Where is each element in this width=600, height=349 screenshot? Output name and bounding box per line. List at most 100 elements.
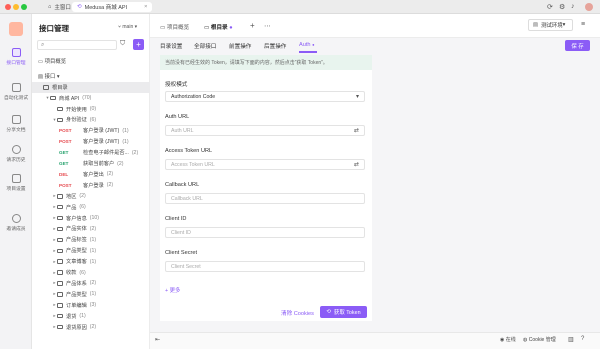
folder-item[interactable]: ▸ 产品实体 (2) [32,224,150,235]
folder-item[interactable]: ▸ 产品标签 (1) [32,235,150,246]
help-icon[interactable]: ? [581,336,584,342]
tree-count: (2) [89,225,97,232]
folder-item[interactable]: ▾ 身份验证 (6) [32,115,150,126]
folder-item[interactable]: ▸ 退货原因 (2) [32,322,150,333]
project-logo[interactable] [9,22,23,36]
subtab-post-ops[interactable]: 后置操作 [264,42,286,52]
folder-item[interactable]: 根目录 [32,82,150,93]
api-item[interactable]: POST 客户登录 (JWT) (1) [32,137,150,148]
token-url-input[interactable]: Access Token URL ⇄ [165,159,365,170]
sidebar-overview[interactable]: ▭ 项目概览 [38,57,66,65]
folder-item[interactable]: ▸ 地区 (2) [32,191,150,202]
avatar[interactable] [585,3,593,11]
trash-icon[interactable]: ▥ [568,336,574,343]
close-icon[interactable]: × [144,4,147,10]
maximize-window-icon[interactable] [21,4,27,10]
client-id-input[interactable]: Client ID [165,227,365,238]
folder-icon [57,270,63,275]
project-settings-icon [11,174,21,183]
tree-label: 文章博客 [66,259,87,266]
method-badge: DEL [59,171,69,177]
save-button[interactable]: 保 存 [565,40,590,51]
folder-item[interactable]: ▸ 客户信息 (10) [32,213,150,224]
api-item[interactable]: GET 获取当前客户 (2) [32,158,150,169]
add-button[interactable]: + [133,39,144,50]
token-notice: 当前没有已经生效的 Token，请填写下面的内容，然后点击“获取 Token”。 [160,55,372,70]
folder-item[interactable]: ▸ 产品类型 (1) [32,246,150,257]
tab-medusa-api[interactable]: ⟲ Medusa 商城 API × [72,2,153,12]
folder-item[interactable]: ▸ 产品 (6) [32,202,150,213]
grant-select[interactable]: Authorization Code ▾ [165,91,365,102]
api-item[interactable]: DEL 客户登出 (2) [32,169,150,180]
rail-item-history[interactable]: 请求历史 [0,145,32,163]
callback-url-input[interactable]: Callback URL [165,193,365,204]
folder-item[interactable]: ▸ 产品类型 (1) [32,289,150,300]
folder-item[interactable]: ▸ 产品体系 (2) [32,278,150,289]
refresh-icon[interactable]: ⟳ [547,3,553,11]
tree-count: (2) [117,160,124,167]
subtab-pre-ops[interactable]: 前置操作 [229,42,251,52]
folder-icon [57,237,63,243]
cookie-manager[interactable]: ◍ Cookie 管理 [523,336,556,343]
new-tab-icon[interactable]: + [250,21,255,30]
tree-label: 退货原因 [66,324,87,331]
collapse-sidebar-icon[interactable]: ⇤ [155,336,160,343]
client-secret-input[interactable]: Client Secret [165,261,365,272]
tree-count: (0) [89,106,97,113]
swap-icon[interactable]: ⇄ [354,161,359,168]
auth-url-input[interactable]: Auth URL ⇄ [165,125,365,136]
online-status[interactable]: ◉ 在线 [500,336,516,343]
method-badge: GET [59,150,69,156]
swap-icon[interactable]: ⇄ [354,127,359,134]
auth-url-label: Auth URL [165,114,190,120]
tree-count: (6) [79,204,86,211]
rail-item-invite[interactable]: 邀请成员 [0,214,32,232]
more-tabs-icon[interactable]: ⋯ [264,22,271,30]
env-icon: ▤ [533,22,539,28]
tree-label: 产品 [66,204,77,211]
tree-count: (2) [89,324,97,331]
rail-item-api[interactable]: 接口管理 [0,48,32,66]
folder-item[interactable]: ▾ 商城 API (70) [32,93,150,104]
rail-item-share[interactable]: 分享文档 [0,115,32,133]
get-token-button[interactable]: ⟲ 获取 Token [320,306,367,318]
environment-selector[interactable]: ▤ 测试环境 ▾ [528,19,573,31]
rail-item-autotest[interactable]: 自动化测试 [0,83,32,101]
api-item[interactable]: POST 客户登录 (JWT) (1) [32,126,150,137]
filter-icon[interactable]: ⛉ [120,40,125,48]
more-toggle[interactable]: + 更多 [165,286,180,294]
callback-url-label: Callback URL [165,182,200,188]
rail-item-settings[interactable]: 项目设置 [0,174,32,192]
subtab-dir-settings[interactable]: 目录设置 [160,42,182,52]
folder-item[interactable]: ▸ 退货 (1) [32,311,150,322]
active-tab-indicator [299,51,317,53]
settings-icon[interactable]: ⚙ [559,3,565,11]
folder-icon [57,281,63,286]
tab-root[interactable]: ▭ 根目录 ● [204,23,233,31]
menu-icon[interactable]: ≡ [581,21,585,28]
folder-icon [43,85,49,90]
folder-icon [57,117,63,123]
branch-selector[interactable]: ⑂ main ▾ [118,24,137,30]
folder-item[interactable]: ▸ 文章博客 (1) [32,256,150,267]
bell-icon[interactable]: ♪ [571,3,575,10]
search-input[interactable]: ⌕ [37,40,117,50]
folder-item[interactable]: 开始使用 (0) [32,104,150,115]
tree-count: (6) [89,116,97,123]
folder-item[interactable]: ▸ 订单编辑 (3) [32,300,150,311]
tree-label: 商城 API [59,95,80,102]
sidebar-section-api[interactable]: ▤ 接口 ▾ [38,72,60,80]
api-item[interactable]: POST 客户登录 (2) [32,180,150,191]
close-window-icon[interactable] [5,4,11,10]
api-item[interactable]: GET 检查电子邮件是否... (2) [32,147,150,158]
clear-cookies-button[interactable]: 清除 Cookies [281,309,314,317]
folder-item[interactable]: ▸ 收款 (6) [32,267,150,278]
minimize-window-icon[interactable] [13,4,19,10]
tree-count: (1) [89,258,97,265]
tree-count: (2) [89,280,97,287]
tab-overview[interactable]: ▭ 项目概览 [160,23,189,31]
history-icon [11,145,21,154]
tab-main-window[interactable]: ⌂ 主窗口 [43,2,76,12]
subtab-all-apis[interactable]: 全部接口 [194,42,216,52]
tree-count: (2) [106,182,114,189]
